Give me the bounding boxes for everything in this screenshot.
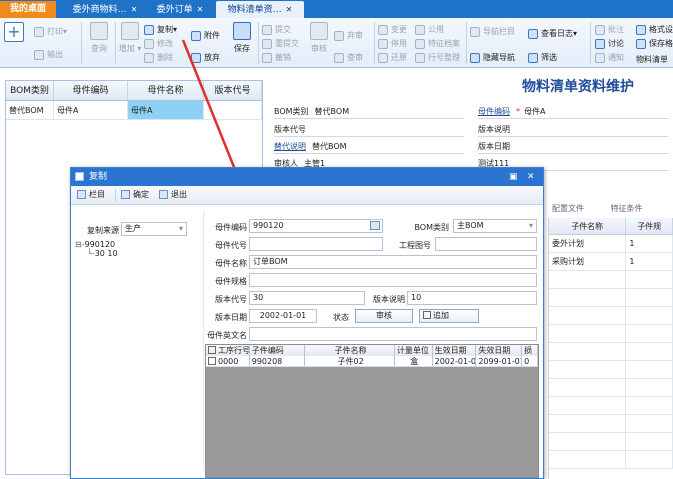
- close-icon[interactable]: ✕: [527, 168, 535, 186]
- status-field: 审核: [355, 309, 413, 323]
- append-checkbox[interactable]: 追加: [419, 309, 479, 323]
- ok-button[interactable]: 确定: [121, 189, 149, 200]
- spec-field[interactable]: [249, 273, 537, 287]
- maximize-icon[interactable]: ▣: [509, 168, 518, 186]
- bom-type-label: BOM类别: [414, 223, 449, 232]
- chevron-down-icon: ▾: [178, 224, 183, 233]
- version-label: 版本代号: [215, 295, 247, 304]
- col-header[interactable]: 生效日期: [433, 345, 477, 356]
- col-header[interactable]: 计量单位: [395, 345, 433, 356]
- col-header[interactable]: 损: [522, 345, 538, 356]
- dialog-titlebar[interactable]: 复制 ▣ ✕: [71, 168, 543, 186]
- col-header[interactable]: 失效日期: [476, 345, 523, 356]
- cell: 0000: [206, 356, 250, 366]
- dialog-toolbar: 栏目 确定 退出: [71, 186, 543, 205]
- bom-type-select[interactable]: 主BOM ▾: [453, 219, 537, 233]
- col-header[interactable]: 子件编码: [250, 345, 306, 356]
- checkbox-icon: [208, 345, 216, 354]
- parent-code-field[interactable]: 990120: [249, 219, 383, 233]
- cell: 990208: [250, 356, 306, 366]
- column-button[interactable]: 栏目: [77, 189, 105, 200]
- status-label: 状态: [333, 313, 349, 322]
- grid-header: 工序行号 子件编码 子件名称 计量单位 生效日期 失效日期 损: [206, 345, 538, 356]
- version-field[interactable]: 30: [249, 291, 365, 305]
- copy-dialog: 复制 ▣ ✕ 栏目 确定 退出 复制来源 生产 ▾ ⊟-990120 └-30 1…: [70, 167, 544, 479]
- tree-node-child[interactable]: └-30 10: [75, 249, 118, 258]
- parent-code-label: 母件编码: [215, 223, 247, 232]
- lookup-icon: [370, 221, 380, 230]
- col-header[interactable]: 子件名称: [305, 345, 395, 356]
- cell: 盒: [395, 356, 433, 366]
- version-date-field[interactable]: 2002-01-01: [249, 309, 317, 323]
- drawing-field[interactable]: [435, 237, 537, 251]
- parent-id-field[interactable]: [249, 237, 383, 251]
- col-header[interactable]: 工序行号: [206, 345, 250, 356]
- source-label: 复制来源: [87, 226, 119, 235]
- source-select[interactable]: 生产 ▾: [121, 222, 187, 236]
- spec-label: 母件规格: [215, 277, 247, 286]
- version-date-label: 版本日期: [215, 313, 247, 322]
- version-desc-field[interactable]: 10: [407, 291, 537, 305]
- exit-button[interactable]: 退出: [159, 189, 187, 200]
- cell: 0: [522, 356, 538, 366]
- checkbox-icon[interactable]: [208, 356, 216, 365]
- version-desc-label: 版本说明: [373, 295, 405, 304]
- component-grid: 工序行号 子件编码 子件名称 计量单位 生效日期 失效日期 损 0000 990…: [205, 344, 539, 478]
- drawing-label: 工程图号: [399, 241, 431, 250]
- parent-id-label: 母件代号: [215, 241, 247, 250]
- english-name-label: 母件英文名: [207, 331, 247, 340]
- parent-name-field[interactable]: 订单BOM: [249, 255, 537, 269]
- bom-tree: ⊟-990120 └-30 10: [75, 240, 118, 258]
- chevron-down-icon: ▾: [528, 221, 533, 230]
- dialog-body: 复制来源 生产 ▾ ⊟-990120 └-30 10 母件编码 990120 BO…: [71, 205, 543, 478]
- window-icon: [75, 172, 84, 181]
- cell: 子件02: [305, 356, 395, 366]
- cell: 2099-01-01: [478, 356, 523, 366]
- checkbox-icon: [423, 310, 431, 319]
- exit-icon: [159, 190, 168, 199]
- cell: 2002-01-02: [434, 356, 477, 366]
- parent-name-label: 母件名称: [215, 259, 247, 268]
- dialog-title: 复制: [89, 172, 108, 182]
- tree-node-root[interactable]: ⊟-990120: [75, 240, 118, 249]
- column-icon: [77, 190, 86, 199]
- english-name-field[interactable]: [249, 327, 537, 341]
- table-row[interactable]: 0000 990208 子件02 盒 2002-01-02 2099-01-01…: [206, 356, 538, 367]
- check-icon: [121, 190, 130, 199]
